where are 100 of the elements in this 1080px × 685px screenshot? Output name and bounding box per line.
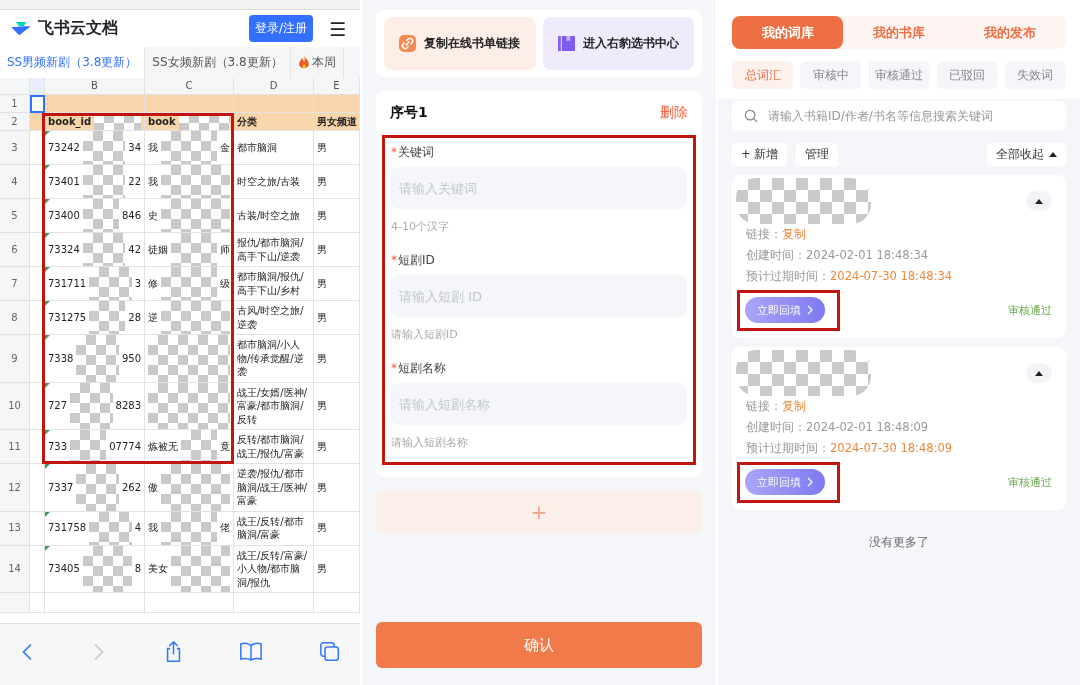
table-cell: 金: [220, 140, 230, 155]
status-label: 审核通过: [1008, 303, 1052, 318]
copy-link[interactable]: 复制: [782, 227, 806, 242]
table-cell: 男: [317, 521, 327, 535]
collapse-button[interactable]: [1026, 363, 1052, 383]
tab[interactable]: 我的书库: [843, 16, 955, 49]
form-title: 序号1: [390, 104, 428, 122]
field-label: 关键词: [398, 145, 434, 159]
manage-button[interactable]: 管理: [796, 143, 839, 166]
field-label: 链接：: [746, 399, 782, 414]
expiry-time: 2024-07-30 18:48:09: [830, 441, 953, 456]
pixelated-area: [82, 165, 126, 198]
add-button[interactable]: + 新增: [732, 143, 788, 166]
table-cell: 美女: [148, 562, 168, 576]
table-cell-text: 报仇/都市脑洞/高手下山/逆袭: [237, 236, 305, 263]
copy-link-button[interactable]: 复制在线书单链接: [384, 17, 536, 70]
fill-button[interactable]: 立即回填: [745, 469, 825, 495]
app-title: 飞书云文档: [38, 18, 118, 39]
table-cell: 男: [317, 562, 327, 576]
fill-button[interactable]: 立即回填: [745, 297, 825, 323]
required-mark: *: [391, 361, 397, 375]
search-input[interactable]: 请输入书籍ID/作者/书名等信息搜索关键词: [766, 108, 1054, 124]
collapse-button[interactable]: [1026, 191, 1052, 211]
table-cell: 733: [48, 439, 68, 454]
corner-cell: [0, 78, 30, 95]
field-label: 短剧名称: [398, 361, 446, 375]
status-label: 审核通过: [1008, 475, 1052, 490]
table-cell: 73324: [48, 242, 80, 257]
book-icon: [239, 642, 262, 661]
menu-button[interactable]: ☰: [324, 17, 350, 40]
chevron-right-icon: [807, 305, 813, 315]
table-cell: 男: [317, 140, 327, 155]
caret-up-icon: [1035, 198, 1043, 204]
chevron-left-icon: [20, 641, 34, 662]
comment-marker: [45, 430, 50, 435]
filter-chip[interactable]: 总词汇: [732, 61, 794, 89]
row-number: 3: [0, 131, 30, 165]
delete-link[interactable]: 删除: [660, 104, 688, 122]
filter-chip[interactable]: 失效词: [1004, 61, 1066, 89]
comment-marker: [45, 267, 50, 272]
column-header[interactable]: C: [145, 78, 234, 95]
column-header[interactable]: E: [314, 78, 360, 95]
row-number: 13: [0, 511, 30, 546]
table-cell: 731758: [48, 521, 87, 535]
pixelated-area: [76, 464, 119, 511]
comment-marker: [45, 199, 50, 204]
collapse-all-button[interactable]: 全部收起: [987, 143, 1066, 166]
table-header-cell: book: [148, 114, 176, 129]
table-cell: 4: [134, 521, 141, 535]
filter-chip[interactable]: 审核通过: [868, 61, 930, 89]
row-number: 12: [0, 464, 30, 512]
search-field[interactable]: 请输入书籍ID/作者/书名等信息搜索关键词: [732, 101, 1066, 131]
row-number: 7: [0, 267, 30, 301]
column-header[interactable]: B: [45, 78, 145, 95]
table-cell: 42: [128, 242, 141, 257]
table-cell: 8: [134, 562, 141, 576]
table-cell: 男: [317, 174, 327, 189]
table-cell: 8283: [115, 399, 141, 413]
column-header[interactable]: D: [234, 78, 314, 95]
add-button[interactable]: +: [376, 491, 702, 533]
login-button[interactable]: 登录/注册: [248, 15, 313, 42]
caret-up-icon: [1049, 152, 1057, 157]
filter-chip[interactable]: 审核中: [800, 61, 862, 89]
table-cell: 73405: [48, 562, 80, 576]
pixelated-area: [76, 335, 119, 382]
book-center-button[interactable]: 进入右豹选书中心: [542, 17, 694, 70]
table-cell: 34: [128, 140, 141, 155]
table-cell: 22: [128, 174, 141, 189]
sheet-tab[interactable]: SS男频新剧（3.8更新）: [0, 47, 146, 78]
tab[interactable]: 我的词库: [732, 16, 844, 49]
confirm-button[interactable]: 确认: [376, 622, 702, 668]
row-number: 4: [0, 165, 30, 199]
comment-marker: [45, 511, 50, 517]
selected-cell[interactable]: [30, 95, 45, 113]
copy-link[interactable]: 复制: [782, 399, 806, 414]
table-cell: 男: [317, 439, 327, 454]
comment-marker: [45, 165, 50, 170]
table-header-cell: 分类: [237, 114, 257, 129]
table-cell: 7337: [48, 480, 74, 494]
table-cell: 男: [317, 399, 327, 413]
tabs-icon: [320, 641, 340, 662]
required-mark: *: [391, 145, 397, 159]
table-cell: 73401: [48, 174, 80, 189]
field-hint: 请输入短剧ID: [391, 327, 459, 342]
search-icon: [744, 109, 758, 123]
table-cell: 佬: [220, 521, 230, 535]
table-cell: 男: [317, 310, 327, 325]
pixelated-area: [161, 301, 230, 334]
table-cell-text: 战王/反转/都市脑洞/富豪: [237, 514, 305, 542]
created-time: 2024-02-01 18:48:09: [806, 420, 929, 435]
tab[interactable]: 我的发布: [954, 16, 1066, 49]
field-label: 链接：: [746, 227, 782, 242]
table-cell: 竟: [220, 439, 230, 454]
table-cell-text: 反转/都市脑洞/战王/报仇/富豪: [237, 433, 305, 460]
comment-marker: [45, 335, 50, 340]
filter-chip[interactable]: 已驳回: [936, 61, 998, 89]
table-cell: 731711: [48, 276, 87, 291]
table-cell: 07774: [109, 439, 141, 454]
expiry-time: 2024-07-30 18:48:34: [830, 269, 953, 284]
table-cell: 男: [317, 276, 327, 291]
